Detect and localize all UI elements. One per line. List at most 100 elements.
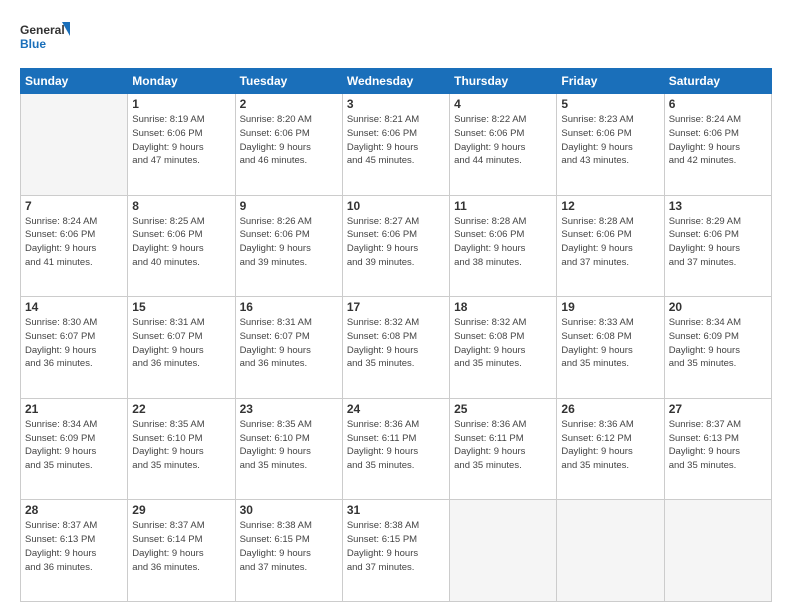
calendar-cell <box>21 94 128 196</box>
calendar-cell: 31 Sunrise: 8:38 AMSunset: 6:15 PMDayligh… <box>342 500 449 602</box>
day-number: 4 <box>454 97 552 111</box>
day-number: 27 <box>669 402 767 416</box>
day-number: 31 <box>347 503 445 517</box>
day-number: 18 <box>454 300 552 314</box>
day-info: Sunrise: 8:29 AMSunset: 6:06 PMDaylight:… <box>669 215 767 270</box>
calendar-cell <box>664 500 771 602</box>
calendar-cell: 18 Sunrise: 8:32 AMSunset: 6:08 PMDayligh… <box>450 297 557 399</box>
day-info: Sunrise: 8:32 AMSunset: 6:08 PMDaylight:… <box>454 316 552 371</box>
header: General Blue <box>20 18 772 60</box>
calendar-cell: 17Sunrise: 8:32 AMSunset: 6:08 PMDayligh… <box>342 297 449 399</box>
calendar-cell: 15 Sunrise: 8:31 AMSunset: 6:07 PMDayligh… <box>128 297 235 399</box>
calendar-cell: 4 Sunrise: 8:22 AMSunset: 6:06 PMDaylight… <box>450 94 557 196</box>
logo-svg: General Blue <box>20 18 70 60</box>
week-row-2: 7 Sunrise: 8:24 AMSunset: 6:06 PMDaylight… <box>21 195 772 297</box>
day-number: 28 <box>25 503 123 517</box>
day-info: Sunrise: 8:31 AMSunset: 6:07 PMDaylight:… <box>240 316 338 371</box>
day-number: 11 <box>454 199 552 213</box>
day-info: Sunrise: 8:23 AMSunset: 6:06 PMDaylight:… <box>561 113 659 168</box>
day-info: Sunrise: 8:19 AMSunset: 6:06 PMDaylight:… <box>132 113 230 168</box>
day-info: Sunrise: 8:25 AMSunset: 6:06 PMDaylight:… <box>132 215 230 270</box>
day-info: Sunrise: 8:24 AMSunset: 6:06 PMDaylight:… <box>25 215 123 270</box>
header-monday: Monday <box>128 69 235 94</box>
day-number: 23 <box>240 402 338 416</box>
day-info: Sunrise: 8:31 AMSunset: 6:07 PMDaylight:… <box>132 316 230 371</box>
calendar-cell: 2 Sunrise: 8:20 AMSunset: 6:06 PMDaylight… <box>235 94 342 196</box>
calendar-cell: 1 Sunrise: 8:19 AMSunset: 6:06 PMDaylight… <box>128 94 235 196</box>
header-sunday: Sunday <box>21 69 128 94</box>
calendar-cell: 26Sunrise: 8:36 AMSunset: 6:12 PMDayligh… <box>557 398 664 500</box>
day-number: 30 <box>240 503 338 517</box>
day-number: 12 <box>561 199 659 213</box>
calendar-cell: 24Sunrise: 8:36 AMSunset: 6:11 PMDayligh… <box>342 398 449 500</box>
day-number: 25 <box>454 402 552 416</box>
calendar-cell: 3Sunrise: 8:21 AMSunset: 6:06 PMDaylight… <box>342 94 449 196</box>
calendar-cell: 11Sunrise: 8:28 AMSunset: 6:06 PMDayligh… <box>450 195 557 297</box>
day-info: Sunrise: 8:34 AMSunset: 6:09 PMDaylight:… <box>25 418 123 473</box>
calendar-cell: 29Sunrise: 8:37 AMSunset: 6:14 PMDayligh… <box>128 500 235 602</box>
calendar-cell <box>450 500 557 602</box>
day-info: Sunrise: 8:37 AMSunset: 6:13 PMDaylight:… <box>669 418 767 473</box>
header-wednesday: Wednesday <box>342 69 449 94</box>
calendar-cell <box>557 500 664 602</box>
day-number: 24 <box>347 402 445 416</box>
day-number: 1 <box>132 97 230 111</box>
day-number: 14 <box>25 300 123 314</box>
day-number: 7 <box>25 199 123 213</box>
header-thursday: Thursday <box>450 69 557 94</box>
calendar-cell: 5 Sunrise: 8:23 AMSunset: 6:06 PMDaylight… <box>557 94 664 196</box>
calendar-cell: 12 Sunrise: 8:28 AMSunset: 6:06 PMDayligh… <box>557 195 664 297</box>
day-info: Sunrise: 8:35 AMSunset: 6:10 PMDaylight:… <box>132 418 230 473</box>
page: General Blue SundayMondayTuesdayWednesda… <box>0 0 792 612</box>
day-number: 10 <box>347 199 445 213</box>
day-info: Sunrise: 8:26 AMSunset: 6:06 PMDaylight:… <box>240 215 338 270</box>
calendar-cell: 19 Sunrise: 8:33 AMSunset: 6:08 PMDayligh… <box>557 297 664 399</box>
calendar-table: SundayMondayTuesdayWednesdayThursdayFrid… <box>20 68 772 602</box>
calendar-cell: 27 Sunrise: 8:37 AMSunset: 6:13 PMDayligh… <box>664 398 771 500</box>
calendar-cell: 22Sunrise: 8:35 AMSunset: 6:10 PMDayligh… <box>128 398 235 500</box>
day-number: 16 <box>240 300 338 314</box>
day-number: 15 <box>132 300 230 314</box>
calendar-cell: 23 Sunrise: 8:35 AMSunset: 6:10 PMDayligh… <box>235 398 342 500</box>
week-row-4: 21Sunrise: 8:34 AMSunset: 6:09 PMDayligh… <box>21 398 772 500</box>
header-friday: Friday <box>557 69 664 94</box>
day-number: 5 <box>561 97 659 111</box>
day-info: Sunrise: 8:37 AMSunset: 6:14 PMDaylight:… <box>132 519 230 574</box>
day-info: Sunrise: 8:22 AMSunset: 6:06 PMDaylight:… <box>454 113 552 168</box>
day-info: Sunrise: 8:20 AMSunset: 6:06 PMDaylight:… <box>240 113 338 168</box>
calendar-cell: 30 Sunrise: 8:38 AMSunset: 6:15 PMDayligh… <box>235 500 342 602</box>
calendar-cell: 6 Sunrise: 8:24 AMSunset: 6:06 PMDaylight… <box>664 94 771 196</box>
calendar-cell: 7 Sunrise: 8:24 AMSunset: 6:06 PMDaylight… <box>21 195 128 297</box>
day-info: Sunrise: 8:24 AMSunset: 6:06 PMDaylight:… <box>669 113 767 168</box>
calendar-cell: 28 Sunrise: 8:37 AMSunset: 6:13 PMDayligh… <box>21 500 128 602</box>
week-row-1: 1 Sunrise: 8:19 AMSunset: 6:06 PMDaylight… <box>21 94 772 196</box>
day-info: Sunrise: 8:33 AMSunset: 6:08 PMDaylight:… <box>561 316 659 371</box>
day-number: 26 <box>561 402 659 416</box>
calendar-cell: 25Sunrise: 8:36 AMSunset: 6:11 PMDayligh… <box>450 398 557 500</box>
day-info: Sunrise: 8:35 AMSunset: 6:10 PMDaylight:… <box>240 418 338 473</box>
header-saturday: Saturday <box>664 69 771 94</box>
day-info: Sunrise: 8:34 AMSunset: 6:09 PMDaylight:… <box>669 316 767 371</box>
day-number: 19 <box>561 300 659 314</box>
calendar-cell: 8 Sunrise: 8:25 AMSunset: 6:06 PMDaylight… <box>128 195 235 297</box>
calendar-cell: 10Sunrise: 8:27 AMSunset: 6:06 PMDayligh… <box>342 195 449 297</box>
svg-text:Blue: Blue <box>20 37 46 51</box>
day-number: 8 <box>132 199 230 213</box>
day-info: Sunrise: 8:38 AMSunset: 6:15 PMDaylight:… <box>347 519 445 574</box>
day-number: 13 <box>669 199 767 213</box>
logo: General Blue <box>20 18 70 60</box>
day-number: 20 <box>669 300 767 314</box>
day-number: 2 <box>240 97 338 111</box>
calendar-cell: 14 Sunrise: 8:30 AMSunset: 6:07 PMDayligh… <box>21 297 128 399</box>
calendar-cell: 16 Sunrise: 8:31 AMSunset: 6:07 PMDayligh… <box>235 297 342 399</box>
calendar-header-row: SundayMondayTuesdayWednesdayThursdayFrid… <box>21 69 772 94</box>
calendar-cell: 13 Sunrise: 8:29 AMSunset: 6:06 PMDayligh… <box>664 195 771 297</box>
calendar-cell: 20 Sunrise: 8:34 AMSunset: 6:09 PMDayligh… <box>664 297 771 399</box>
day-info: Sunrise: 8:38 AMSunset: 6:15 PMDaylight:… <box>240 519 338 574</box>
week-row-5: 28 Sunrise: 8:37 AMSunset: 6:13 PMDayligh… <box>21 500 772 602</box>
day-number: 6 <box>669 97 767 111</box>
calendar-cell: 21Sunrise: 8:34 AMSunset: 6:09 PMDayligh… <box>21 398 128 500</box>
day-info: Sunrise: 8:30 AMSunset: 6:07 PMDaylight:… <box>25 316 123 371</box>
day-info: Sunrise: 8:37 AMSunset: 6:13 PMDaylight:… <box>25 519 123 574</box>
day-info: Sunrise: 8:28 AMSunset: 6:06 PMDaylight:… <box>561 215 659 270</box>
